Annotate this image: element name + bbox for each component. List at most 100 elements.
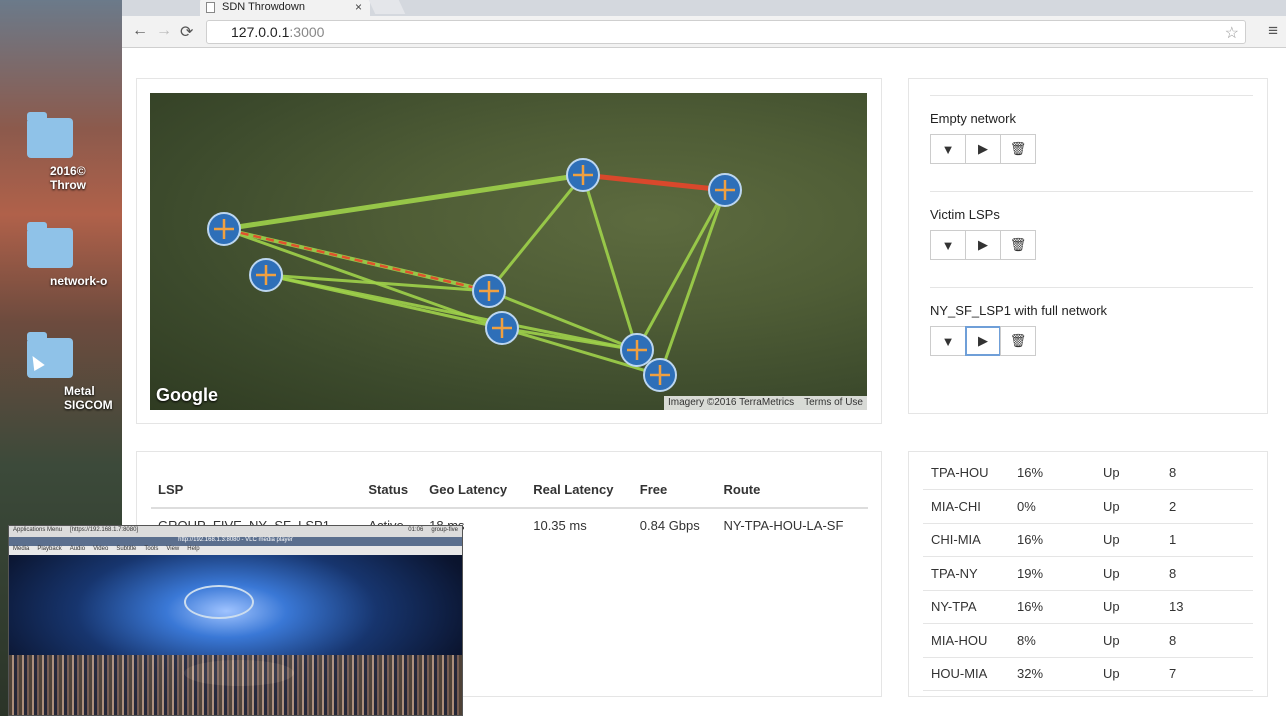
link-status: Up xyxy=(1095,456,1161,490)
links-table: TPA-HOU 16% Up 8 MIA-CHI 0% Up 2 CHI-MIA 16% Up 1 TP… xyxy=(923,456,1253,691)
link-utilization: 16% xyxy=(1009,523,1095,557)
link-count: 7 xyxy=(1161,657,1253,691)
network-link[interactable] xyxy=(582,172,726,193)
vlc-menu-item[interactable]: Subtitle xyxy=(116,546,136,555)
video-frame[interactable] xyxy=(9,555,462,715)
taskbar-item[interactable]: [https://192.168.1.7:8080] xyxy=(70,527,138,536)
browser-toolbar: ← → ⟳ 127.0.0.1:3000 ☆ ≡ xyxy=(122,16,1286,48)
router-node-icon[interactable] xyxy=(472,274,506,308)
bookmark-star-icon[interactable]: ☆ xyxy=(1225,23,1239,43)
link-utilization: 16% xyxy=(1009,456,1095,490)
column-header-free[interactable]: Free xyxy=(632,476,717,509)
scenario-name: Empty network xyxy=(930,111,1016,126)
table-row[interactable]: MIA-HOU 8% Up 8 xyxy=(923,623,1253,658)
map-links-layer xyxy=(207,158,742,392)
url-host: 127.0.0.1 xyxy=(231,24,290,40)
tab-sdn-throwdown[interactable]: SDN Throwdown × xyxy=(200,0,370,16)
vlc-menu-bar: Media Playback Audio Video Subtitle Tool… xyxy=(9,546,462,555)
router-node-icon[interactable] xyxy=(643,358,677,392)
vlc-menu-item[interactable]: View xyxy=(166,546,179,555)
network-link[interactable] xyxy=(581,174,639,351)
table-row[interactable]: NY-TPA 16% Up 13 xyxy=(923,590,1253,624)
column-header-lsp[interactable]: LSP xyxy=(151,476,362,509)
network-link[interactable] xyxy=(223,172,584,232)
address-bar[interactable]: 127.0.0.1:3000 ☆ xyxy=(206,20,1246,44)
play-icon: ▶ xyxy=(978,237,988,252)
delete-button[interactable]: 🗑 xyxy=(1000,134,1036,164)
caret-down-icon: ▼ xyxy=(941,333,955,349)
close-tab-icon[interactable]: × xyxy=(355,0,362,14)
desktop-folder-label: 2016© Throw xyxy=(50,164,86,192)
delete-button[interactable]: 🗑 xyxy=(1000,326,1036,356)
menu-icon[interactable]: ≡ xyxy=(1268,21,1278,41)
link-status: Up xyxy=(1095,556,1161,591)
vlc-menu-item[interactable]: Tools xyxy=(144,546,158,555)
google-logo: Google xyxy=(156,385,218,405)
table-row[interactable]: CHI-MIA 16% Up 1 xyxy=(923,523,1253,557)
divider xyxy=(930,287,1253,288)
play-icon: ▶ xyxy=(978,141,988,156)
play-button[interactable]: ▶ xyxy=(965,230,1001,260)
play-icon: ▶ xyxy=(978,333,988,348)
router-node-icon[interactable] xyxy=(566,158,600,192)
delete-button[interactable]: 🗑 xyxy=(1000,230,1036,260)
router-node-icon[interactable] xyxy=(620,333,654,367)
desktop-folder-metal[interactable]: Metal SIGCOM xyxy=(0,332,113,412)
vlc-menu-item[interactable]: Audio xyxy=(70,546,85,555)
play-button[interactable]: ▶ xyxy=(965,326,1001,356)
lsp-route: NY-TPA-HOU-LA-SF xyxy=(723,518,844,533)
table-row[interactable]: HOU-MIA 32% Up 7 xyxy=(923,657,1253,691)
trash-icon: 🗑 xyxy=(1009,237,1027,252)
network-map[interactable]: Google Imagery ©2016 TerraMetrics Terms … xyxy=(150,93,867,410)
link-utilization: 8% xyxy=(1009,623,1095,658)
network-link[interactable] xyxy=(635,189,727,351)
link-count: 8 xyxy=(1161,456,1253,490)
network-link[interactable] xyxy=(487,174,585,292)
router-node-icon[interactable] xyxy=(485,311,519,345)
caret-down-icon: ▼ xyxy=(941,141,955,157)
network-link[interactable] xyxy=(658,189,727,376)
link-status: Up xyxy=(1095,590,1161,624)
divider xyxy=(930,191,1253,192)
column-header-status[interactable]: Status xyxy=(361,476,423,509)
links-panel: TPA-HOU 16% Up 8 MIA-CHI 0% Up 2 CHI-MIA 16% Up 1 TP… xyxy=(908,451,1268,697)
dropdown-button[interactable]: ▼ xyxy=(930,134,966,164)
vlc-taskbar: Applications Menu [https://192.168.1.7:8… xyxy=(9,526,462,537)
dropdown-button[interactable]: ▼ xyxy=(930,230,966,260)
router-node-icon[interactable] xyxy=(207,212,241,246)
table-row[interactable]: TPA-HOU 16% Up 8 xyxy=(923,456,1253,490)
vlc-menu-item[interactable]: Media xyxy=(13,546,29,555)
trash-icon: 🗑 xyxy=(1009,333,1027,348)
vlc-player-window[interactable]: Applications Menu [https://192.168.1.7:8… xyxy=(8,525,463,716)
link-name: MIA-CHI xyxy=(923,489,1009,524)
caret-down-icon: ▼ xyxy=(941,237,955,253)
forward-icon[interactable]: → xyxy=(156,22,172,40)
reload-icon[interactable]: ⟳ xyxy=(180,22,193,42)
router-node-icon[interactable] xyxy=(249,258,283,292)
link-count: 2 xyxy=(1161,489,1253,524)
back-icon[interactable]: ← xyxy=(132,22,148,40)
link-name: CHI-MIA xyxy=(923,523,1009,557)
column-header-route[interactable]: Route xyxy=(716,476,868,509)
applications-menu[interactable]: Applications Menu xyxy=(13,527,62,536)
link-status: Up xyxy=(1095,523,1161,557)
router-node-icon[interactable] xyxy=(708,173,742,207)
url-port: :3000 xyxy=(289,24,325,40)
desktop-folder-label: network-o xyxy=(50,274,108,288)
taskbar-clock: 01:06 xyxy=(408,527,424,533)
desktop-folder-network[interactable]: network-o xyxy=(0,222,110,288)
desktop-folder-2016[interactable]: 2016© Throw xyxy=(0,112,110,192)
column-header-real-latency[interactable]: Real Latency xyxy=(526,476,633,509)
table-row[interactable]: TPA-NY 19% Up 8 xyxy=(923,556,1253,591)
table-row[interactable]: MIA-CHI 0% Up 2 xyxy=(923,489,1253,524)
vlc-menu-item[interactable]: Help xyxy=(187,546,199,555)
new-tab-button[interactable] xyxy=(368,0,406,14)
play-button[interactable]: ▶ xyxy=(965,134,1001,164)
terms-of-use-link[interactable]: Terms of Use xyxy=(804,397,863,409)
network-link[interactable] xyxy=(265,273,638,352)
dropdown-button[interactable]: ▼ xyxy=(930,326,966,356)
vlc-menu-item[interactable]: Playback xyxy=(37,546,61,555)
vlc-menu-item[interactable]: Video xyxy=(93,546,108,555)
column-header-geo-latency[interactable]: Geo Latency xyxy=(422,476,527,509)
divider xyxy=(930,95,1253,96)
